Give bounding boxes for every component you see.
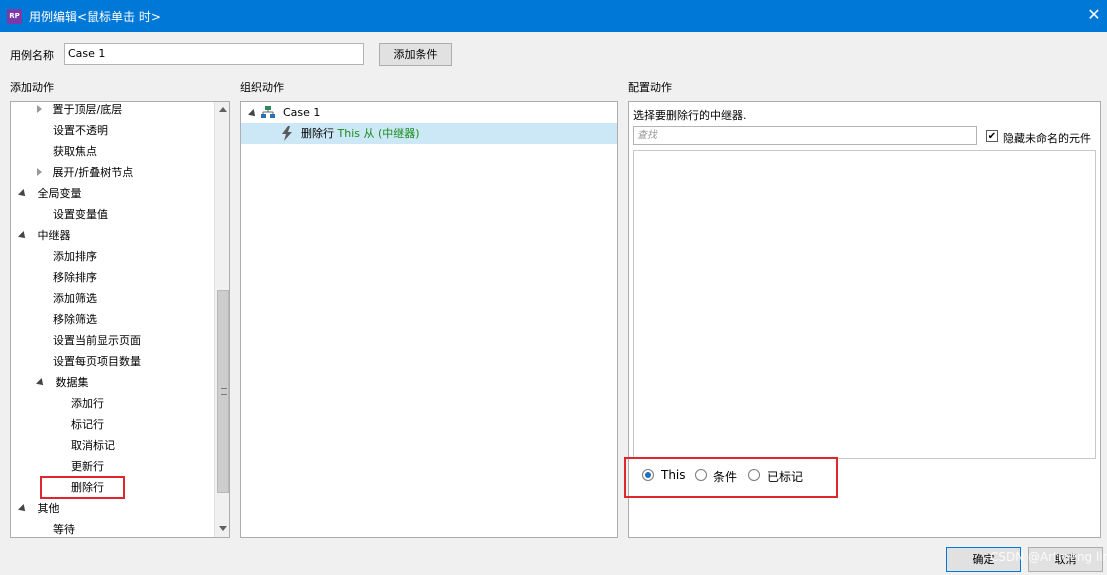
radio-condition-label[interactable]: 条件 xyxy=(713,468,737,485)
action-row-selected[interactable]: 删除行 This 从 (中继器) xyxy=(241,123,617,144)
tree-item-items-per-page[interactable]: 设置每页项目数量 xyxy=(53,351,141,372)
lightning-icon xyxy=(282,126,292,141)
csdn-watermark: CSDN @Ar​tmeng lin xyxy=(990,550,1107,564)
radio-this-label[interactable]: This xyxy=(661,468,686,482)
case-name-label: 用例名称 xyxy=(10,49,54,62)
tree-item-wait[interactable]: 等待 xyxy=(53,519,75,537)
tree-item-add-sort[interactable]: 添加排序 xyxy=(53,246,97,267)
tree-item-focus[interactable]: 获取焦点 xyxy=(53,141,97,162)
action-row-text: 删除行 This 从 (中继器) xyxy=(301,123,420,144)
delete-row-highlight xyxy=(40,476,125,499)
radio-this[interactable] xyxy=(642,469,654,481)
title-bar: RP 用例编辑<鼠标单击 时> ✕ xyxy=(0,0,1107,32)
add-action-heading: 添加动作 xyxy=(10,81,54,94)
tree-item-set-opacity[interactable]: 设置不透明 xyxy=(53,120,108,141)
tree-item-expand-collapse[interactable]: 展开/折叠树节点 xyxy=(37,162,133,183)
collapse-arrow-icon[interactable] xyxy=(18,189,28,199)
tree-item-unmark-row[interactable]: 取消标记 xyxy=(71,435,115,456)
organize-actions-tree[interactable]: Case 1 删除行 This 从 (中继器) xyxy=(240,101,618,538)
tree-group-repeater[interactable]: 中继器 xyxy=(18,225,71,246)
hide-unnamed-label: 隐藏未命名的元件 xyxy=(1003,132,1091,145)
configure-instruction: 选择要删除行的中继器. xyxy=(633,109,747,122)
collapse-arrow-icon[interactable] xyxy=(248,109,258,119)
tree-item-mark-row[interactable]: 标记行 xyxy=(71,414,104,435)
case-flow-icon xyxy=(261,106,275,118)
hide-unnamed-checkbox[interactable]: ✔ xyxy=(986,130,998,142)
tree-group-other[interactable]: 其他 xyxy=(18,498,60,519)
organize-action-heading: 组织动作 xyxy=(240,81,284,94)
close-icon[interactable]: ✕ xyxy=(1084,5,1104,25)
scroll-down-icon[interactable] xyxy=(219,526,227,531)
tree-group-global-vars[interactable]: 全局变量 xyxy=(18,183,82,204)
add-action-tree[interactable]: 置于顶层/底层 设置不透明 获取焦点 展开/折叠树节点 全局变量 设置变量值 中… xyxy=(10,101,230,538)
radio-marked[interactable] xyxy=(748,469,760,481)
radio-condition[interactable] xyxy=(695,469,707,481)
collapse-arrow-icon[interactable] xyxy=(18,231,28,241)
scroll-up-icon[interactable] xyxy=(219,107,227,112)
expand-arrow-icon[interactable] xyxy=(37,105,42,113)
add-condition-button[interactable]: 添加条件 xyxy=(379,43,452,66)
window-title: 用例编辑<鼠标单击 时> xyxy=(29,10,161,24)
tree-item-remove-sort[interactable]: 移除排序 xyxy=(53,267,97,288)
collapse-arrow-icon[interactable] xyxy=(18,504,28,514)
tree-item-add-filter[interactable]: 添加筛选 xyxy=(53,288,97,309)
scroll-thumb[interactable] xyxy=(217,290,229,493)
collapse-arrow-icon[interactable] xyxy=(36,378,46,388)
add-action-scrollbar[interactable] xyxy=(214,102,229,537)
action-detail: This 从 (中继器) xyxy=(337,127,420,140)
case-name-input[interactable]: Case 1 xyxy=(64,43,364,65)
tree-item-update-row[interactable]: 更新行 xyxy=(71,456,104,477)
grip-icon xyxy=(221,388,227,395)
radio-marked-label[interactable]: 已标记 xyxy=(767,468,803,485)
action-verb: 删除行 xyxy=(301,127,334,140)
axure-rp-icon: RP xyxy=(7,9,22,24)
tree-item-set-page[interactable]: 设置当前显示页面 xyxy=(53,330,141,351)
case-node-label[interactable]: Case 1 xyxy=(283,102,320,123)
tree-item-set-var[interactable]: 设置变量值 xyxy=(53,204,108,225)
expand-arrow-icon[interactable] xyxy=(37,168,42,176)
tree-item-bring-to-front[interactable]: 置于顶层/底层 xyxy=(37,102,122,120)
configure-action-heading: 配置动作 xyxy=(628,81,672,94)
tree-item-remove-filter[interactable]: 移除筛选 xyxy=(53,309,97,330)
search-input[interactable]: 查找 xyxy=(633,126,977,145)
repeater-list[interactable] xyxy=(633,150,1096,459)
tree-item-add-row[interactable]: 添加行 xyxy=(71,393,104,414)
tree-group-dataset[interactable]: 数据集 xyxy=(36,372,89,393)
